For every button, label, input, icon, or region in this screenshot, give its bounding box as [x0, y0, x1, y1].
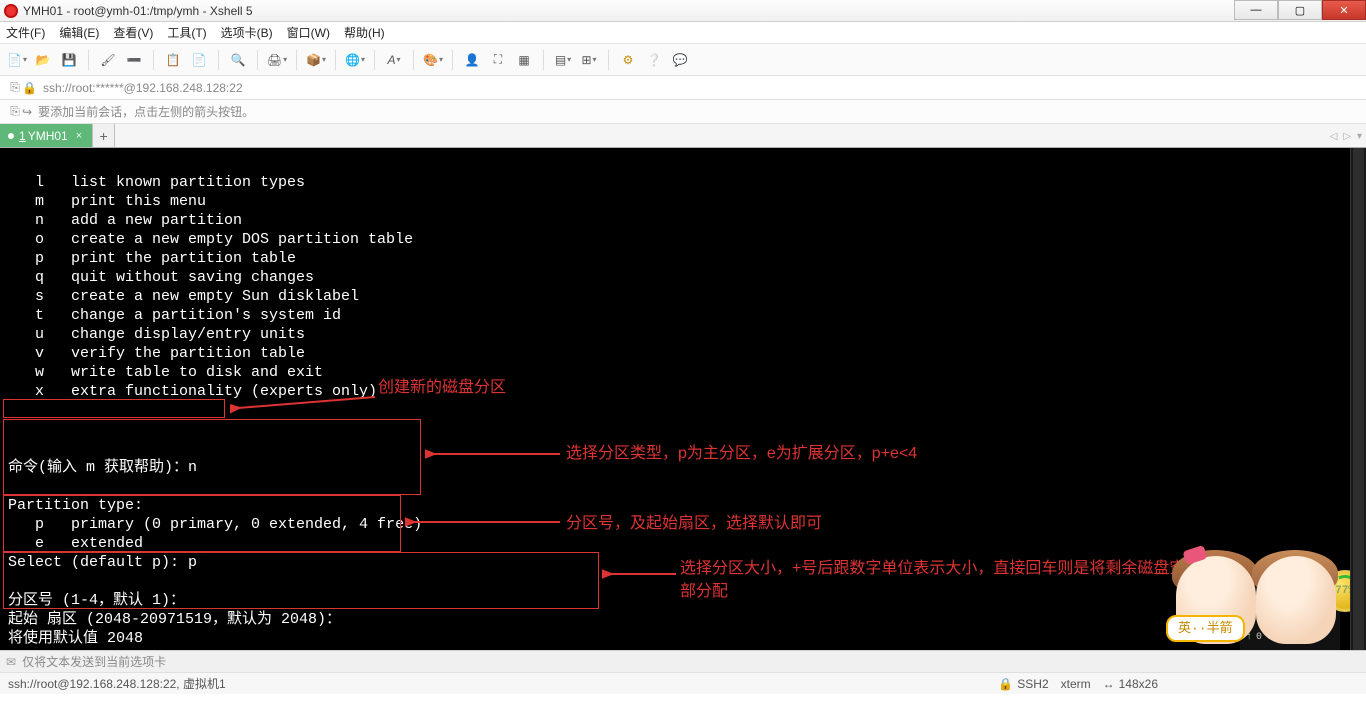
- menu-help[interactable]: 帮助(H): [344, 24, 385, 41]
- chat-icon[interactable]: 💬: [669, 49, 691, 71]
- tab-close-icon[interactable]: ×: [76, 130, 82, 142]
- terminal-scrollbar[interactable]: [1350, 148, 1366, 650]
- paste-icon[interactable]: 📄: [188, 49, 210, 71]
- annotation-4-line1: 选择分区大小，+号后跟数字单位表示大小，直接回车则是将剩余磁盘空间全: [680, 559, 1217, 578]
- annotation-2: 选择分区类型，p为主分区，e为扩展分区，p+e<4: [566, 444, 917, 463]
- globe-icon[interactable]: 🌐▾: [344, 49, 366, 71]
- address-bar: ⎘ 🔒 ssh://root:******@192.168.248.128:22: [0, 76, 1366, 100]
- add-session-icon[interactable]: ↪: [22, 105, 32, 119]
- help-icon[interactable]: ❔: [643, 49, 665, 71]
- secure-icon: 🔒: [998, 677, 1013, 691]
- menu-tools[interactable]: 工具(T): [167, 24, 206, 41]
- open-icon[interactable]: 📂: [32, 49, 54, 71]
- layout-icon[interactable]: ▤▾: [552, 49, 574, 71]
- tab-scroll-left-icon[interactable]: ◁: [1330, 131, 1338, 142]
- maximize-button[interactable]: ▢: [1278, 0, 1322, 20]
- status-size: 148x26: [1119, 677, 1158, 691]
- tab-label: YMH01: [28, 129, 68, 143]
- send-icon[interactable]: ✉: [6, 655, 16, 669]
- menu-view[interactable]: 查看(V): [113, 24, 153, 41]
- mascot: 英··半箭: [1146, 544, 1356, 644]
- annotation-4-line2: 部分配: [680, 582, 728, 601]
- highlight-box-1: [3, 399, 225, 418]
- toolbar: 📄▾ 📂 💾 🖌 ➖ 📋 📄 🔍 🖨▾ 📦▾ 🌐▾ A▾ 🎨▾ 👤 ⛶ ▦ ▤▾…: [0, 44, 1366, 76]
- new-session-icon[interactable]: 📄▾: [6, 49, 28, 71]
- window-titlebar: YMH01 - root@ymh-01:/tmp/ymh - Xshell 5 …: [0, 0, 1366, 22]
- size-icon: ↔: [1103, 677, 1115, 691]
- color-icon[interactable]: 🎨▾: [422, 49, 444, 71]
- lock-icon: 🔒: [22, 81, 37, 95]
- search-icon[interactable]: 🔍: [227, 49, 249, 71]
- settings-icon[interactable]: ⚙: [617, 49, 639, 71]
- status-connection: ssh://root@192.168.248.128:22, 虚拟机1: [8, 675, 986, 692]
- new-tab-button[interactable]: +: [93, 124, 115, 147]
- tab-index: 1: [19, 129, 26, 143]
- font-icon[interactable]: A▾: [383, 49, 405, 71]
- transfer-icon[interactable]: 📦▾: [305, 49, 327, 71]
- tab-bar: 1 YMH01 × + ◁ ▷ ▾: [0, 124, 1366, 148]
- address-text[interactable]: ssh://root:******@192.168.248.128:22: [43, 81, 243, 95]
- session-tab-ymh01[interactable]: 1 YMH01 ×: [0, 124, 93, 147]
- app-icon: [4, 4, 18, 18]
- menu-edit[interactable]: 编辑(E): [59, 24, 99, 41]
- tab-list-icon[interactable]: ▾: [1357, 131, 1362, 142]
- menubar: 文件(F) 编辑(E) 查看(V) 工具(T) 选项卡(B) 窗口(W) 帮助(…: [0, 22, 1366, 44]
- fdisk-menu: l list known partition types m print thi…: [8, 173, 1358, 401]
- lock-icon[interactable]: 👤: [461, 49, 483, 71]
- status-term: xterm: [1061, 677, 1091, 691]
- annotation-3: 分区号，及起始扇区，选择默认即可: [566, 514, 822, 533]
- reconnect-icon[interactable]: 🖌: [97, 49, 119, 71]
- close-button[interactable]: ✕: [1322, 0, 1366, 20]
- status-proto: SSH2: [1017, 677, 1048, 691]
- send-text[interactable]: 仅将文本发送到当前选项卡: [22, 653, 166, 670]
- terminal[interactable]: l list known partition types m print thi…: [0, 148, 1366, 650]
- hint-text: 要添加当前会话，点击左侧的箭头按钮。: [38, 103, 254, 120]
- session-dropdown-icon[interactable]: ⎘: [8, 77, 22, 99]
- save-icon[interactable]: 💾: [58, 49, 80, 71]
- copy-icon[interactable]: 📋: [162, 49, 184, 71]
- status-bar: ssh://root@192.168.248.128:22, 虚拟机1 🔒 SSH…: [0, 672, 1366, 694]
- window-title: YMH01 - root@ymh-01:/tmp/ymh - Xshell 5: [23, 4, 1362, 18]
- print-icon[interactable]: 🖨▾: [266, 49, 288, 71]
- menu-file[interactable]: 文件(F): [6, 24, 45, 41]
- fullscreen-icon[interactable]: ⛶: [487, 49, 509, 71]
- menu-window[interactable]: 窗口(W): [287, 24, 330, 41]
- mascot-label: 英··半箭: [1166, 615, 1245, 642]
- add-icon[interactable]: ⊞▾: [578, 49, 600, 71]
- tile-icon[interactable]: ▦: [513, 49, 535, 71]
- annotation-1: 创建新的磁盘分区: [378, 378, 506, 397]
- minimize-button[interactable]: —: [1234, 0, 1278, 20]
- disconnect-icon[interactable]: ➖: [123, 49, 145, 71]
- tab-status-dot: [8, 133, 14, 139]
- quick-cmd-icon[interactable]: ⎘: [8, 101, 22, 123]
- menu-tabs[interactable]: 选项卡(B): [221, 24, 273, 41]
- tab-scroll-right-icon[interactable]: ▷: [1343, 131, 1351, 142]
- send-bar: ✉ 仅将文本发送到当前选项卡: [0, 650, 1366, 672]
- hint-bar: ⎘ ↪ 要添加当前会话，点击左侧的箭头按钮。: [0, 100, 1366, 124]
